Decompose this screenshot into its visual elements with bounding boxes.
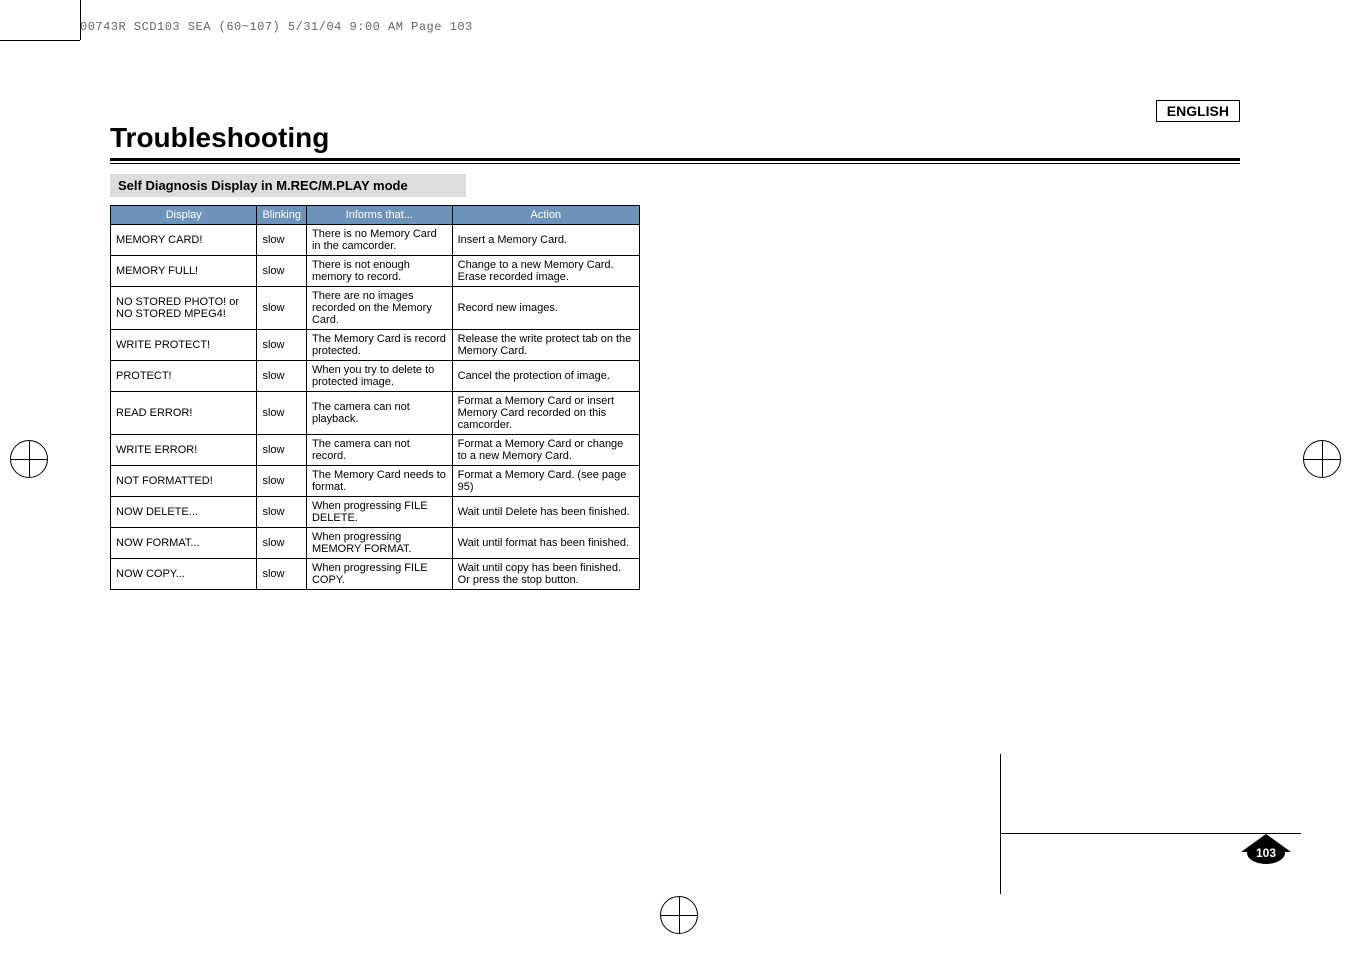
table-row: NOW DELETE...slowWhen progressing FILE D… [111,497,640,528]
cell-informs: There are no images recorded on the Memo… [306,287,452,330]
language-indicator: ENGLISH [1156,100,1240,122]
table-header-row: Display Blinking Informs that... Action [111,206,640,225]
cell-blinking: slow [257,392,307,435]
cell-blinking: slow [257,361,307,392]
registration-mark-icon [10,440,48,478]
cell-informs: The camera can not record. [306,435,452,466]
section-heading: Self Diagnosis Display in M.REC/M.PLAY m… [110,174,466,197]
cell-informs: When progressing FILE COPY. [306,559,452,590]
print-header-slug: 00743R SCD103 SEA (60~107) 5/31/04 9:00 … [80,20,473,34]
table-row: WRITE ERROR!slowThe camera can not recor… [111,435,640,466]
divider [110,163,1240,164]
table-row: PROTECT!slowWhen you try to delete to pr… [111,361,640,392]
crop-mark [1000,754,1001,894]
divider [110,158,1240,161]
cell-display: NOT FORMATTED! [111,466,257,497]
registration-mark-icon [1303,440,1341,478]
cell-blinking: slow [257,225,307,256]
table-row: NOW FORMAT...slowWhen progressing MEMORY… [111,528,640,559]
col-informs: Informs that... [306,206,452,225]
table-row: WRITE PROTECT!slowThe Memory Card is rec… [111,330,640,361]
cell-informs: There is no Memory Card in the camcorder… [306,225,452,256]
page-number: 103 [1247,842,1285,864]
page-content: ENGLISH Troubleshooting Self Diagnosis D… [110,100,1240,590]
cell-action: Format a Memory Card. (see page 95) [452,466,639,497]
table-row: MEMORY CARD!slowThere is no Memory Card … [111,225,640,256]
cell-action: Insert a Memory Card. [452,225,639,256]
cell-display: READ ERROR! [111,392,257,435]
cell-informs: The camera can not playback. [306,392,452,435]
cell-blinking: slow [257,497,307,528]
cell-blinking: slow [257,435,307,466]
col-action: Action [452,206,639,225]
table-row: NO STORED PHOTO! or NO STORED MPEG4!slow… [111,287,640,330]
table-row: MEMORY FULL!slowThere is not enough memo… [111,256,640,287]
cell-display: NOW COPY... [111,559,257,590]
cell-display: NO STORED PHOTO! or NO STORED MPEG4! [111,287,257,330]
cell-action: Wait until format has been finished. [452,528,639,559]
cell-action: Cancel the protection of image. [452,361,639,392]
crop-mark [80,0,81,40]
table-row: NOT FORMATTED!slowThe Memory Card needs … [111,466,640,497]
cell-action: Format a Memory Card or change to a new … [452,435,639,466]
cell-display: WRITE PROTECT! [111,330,257,361]
cell-display: MEMORY FULL! [111,256,257,287]
cell-display: NOW FORMAT... [111,528,257,559]
cell-blinking: slow [257,287,307,330]
page-title: Troubleshooting [110,122,1240,154]
crop-mark [1001,833,1301,834]
cell-display: PROTECT! [111,361,257,392]
table-row: NOW COPY...slowWhen progressing FILE COP… [111,559,640,590]
col-blinking: Blinking [257,206,307,225]
cell-informs: When progressing FILE DELETE. [306,497,452,528]
cell-informs: When progressing MEMORY FORMAT. [306,528,452,559]
diagnosis-table: Display Blinking Informs that... Action … [110,205,640,590]
registration-mark-icon [660,896,698,934]
cell-blinking: slow [257,466,307,497]
cell-informs: The Memory Card is record protected. [306,330,452,361]
cell-display: MEMORY CARD! [111,225,257,256]
cell-blinking: slow [257,559,307,590]
cell-informs: There is not enough memory to record. [306,256,452,287]
col-display: Display [111,206,257,225]
cell-blinking: slow [257,256,307,287]
cell-blinking: slow [257,528,307,559]
cell-informs: The Memory Card needs to format. [306,466,452,497]
cell-informs: When you try to delete to protected imag… [306,361,452,392]
cell-action: Release the write protect tab on the Mem… [452,330,639,361]
cell-action: Record new images. [452,287,639,330]
cell-action: Wait until Delete has been finished. [452,497,639,528]
cell-display: WRITE ERROR! [111,435,257,466]
cell-action: Format a Memory Card or insert Memory Ca… [452,392,639,435]
table-row: READ ERROR!slowThe camera can not playba… [111,392,640,435]
cell-blinking: slow [257,330,307,361]
cell-display: NOW DELETE... [111,497,257,528]
cell-action: Change to a new Memory Card. Erase recor… [452,256,639,287]
page-number-badge: 103 [1241,834,1291,864]
crop-mark [0,40,80,41]
cell-action: Wait until copy has been finished. Or pr… [452,559,639,590]
